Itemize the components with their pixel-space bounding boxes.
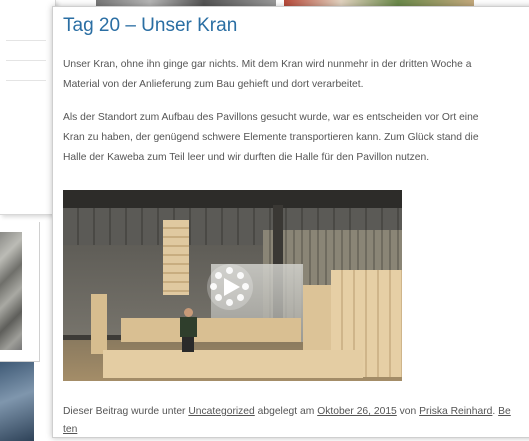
text-line: Kran zu haben, der genügend schwere Elem…	[63, 132, 479, 143]
post-paragraph-1: Unser Kran, ohne ihn ginge gar nichts. M…	[63, 55, 529, 95]
video-player[interactable]	[63, 190, 402, 381]
text-line: Unser Kran, ohne ihn ginge gar nichts. M…	[63, 59, 472, 70]
date-link[interactable]: Oktober 26, 2015	[317, 406, 397, 417]
play-icon[interactable]	[207, 264, 253, 310]
background-card	[0, 0, 56, 215]
meta-prefix: Dieser Beitrag wurde unter	[63, 406, 186, 417]
text-line: Halle der Kaweba zum Teil leer und wir d…	[63, 152, 430, 163]
video-frame-timber-stack	[163, 220, 189, 295]
post-title[interactable]: Tag 20 – Unser Kran	[63, 15, 237, 37]
meta-text: von	[399, 406, 417, 417]
video-frame-timber-beam	[103, 350, 363, 378]
video-frame-worker	[178, 308, 198, 352]
bookmark-link[interactable]: Be	[498, 406, 511, 417]
text-line: Material von der Anlieferung zum Bau geh…	[63, 79, 364, 90]
bookmark-link[interactable]: ten	[63, 424, 77, 435]
background-tree-image[interactable]	[0, 232, 22, 350]
text-line: Als der Standort zum Aufbau des Pavillon…	[63, 112, 479, 123]
background-image[interactable]	[0, 362, 34, 441]
post-meta: Dieser Beitrag wurde unter Uncategorized…	[63, 402, 529, 422]
post-paragraph-2: Als der Standort zum Aufbau des Pavillon…	[63, 108, 529, 168]
post-card: Tag 20 – Unser Kran Unser Kran, ohne ihn…	[52, 6, 529, 438]
post-meta-continued: ten	[63, 420, 77, 440]
meta-separator: .	[492, 406, 496, 417]
meta-text: abgelegt am	[257, 406, 315, 417]
author-link[interactable]: Priska Reinhard	[419, 406, 492, 417]
video-frame-beam	[63, 190, 402, 208]
category-link[interactable]: Uncategorized	[188, 406, 254, 417]
video-frame-timber-beam	[121, 318, 301, 342]
video-frame-timber-post	[91, 294, 107, 354]
